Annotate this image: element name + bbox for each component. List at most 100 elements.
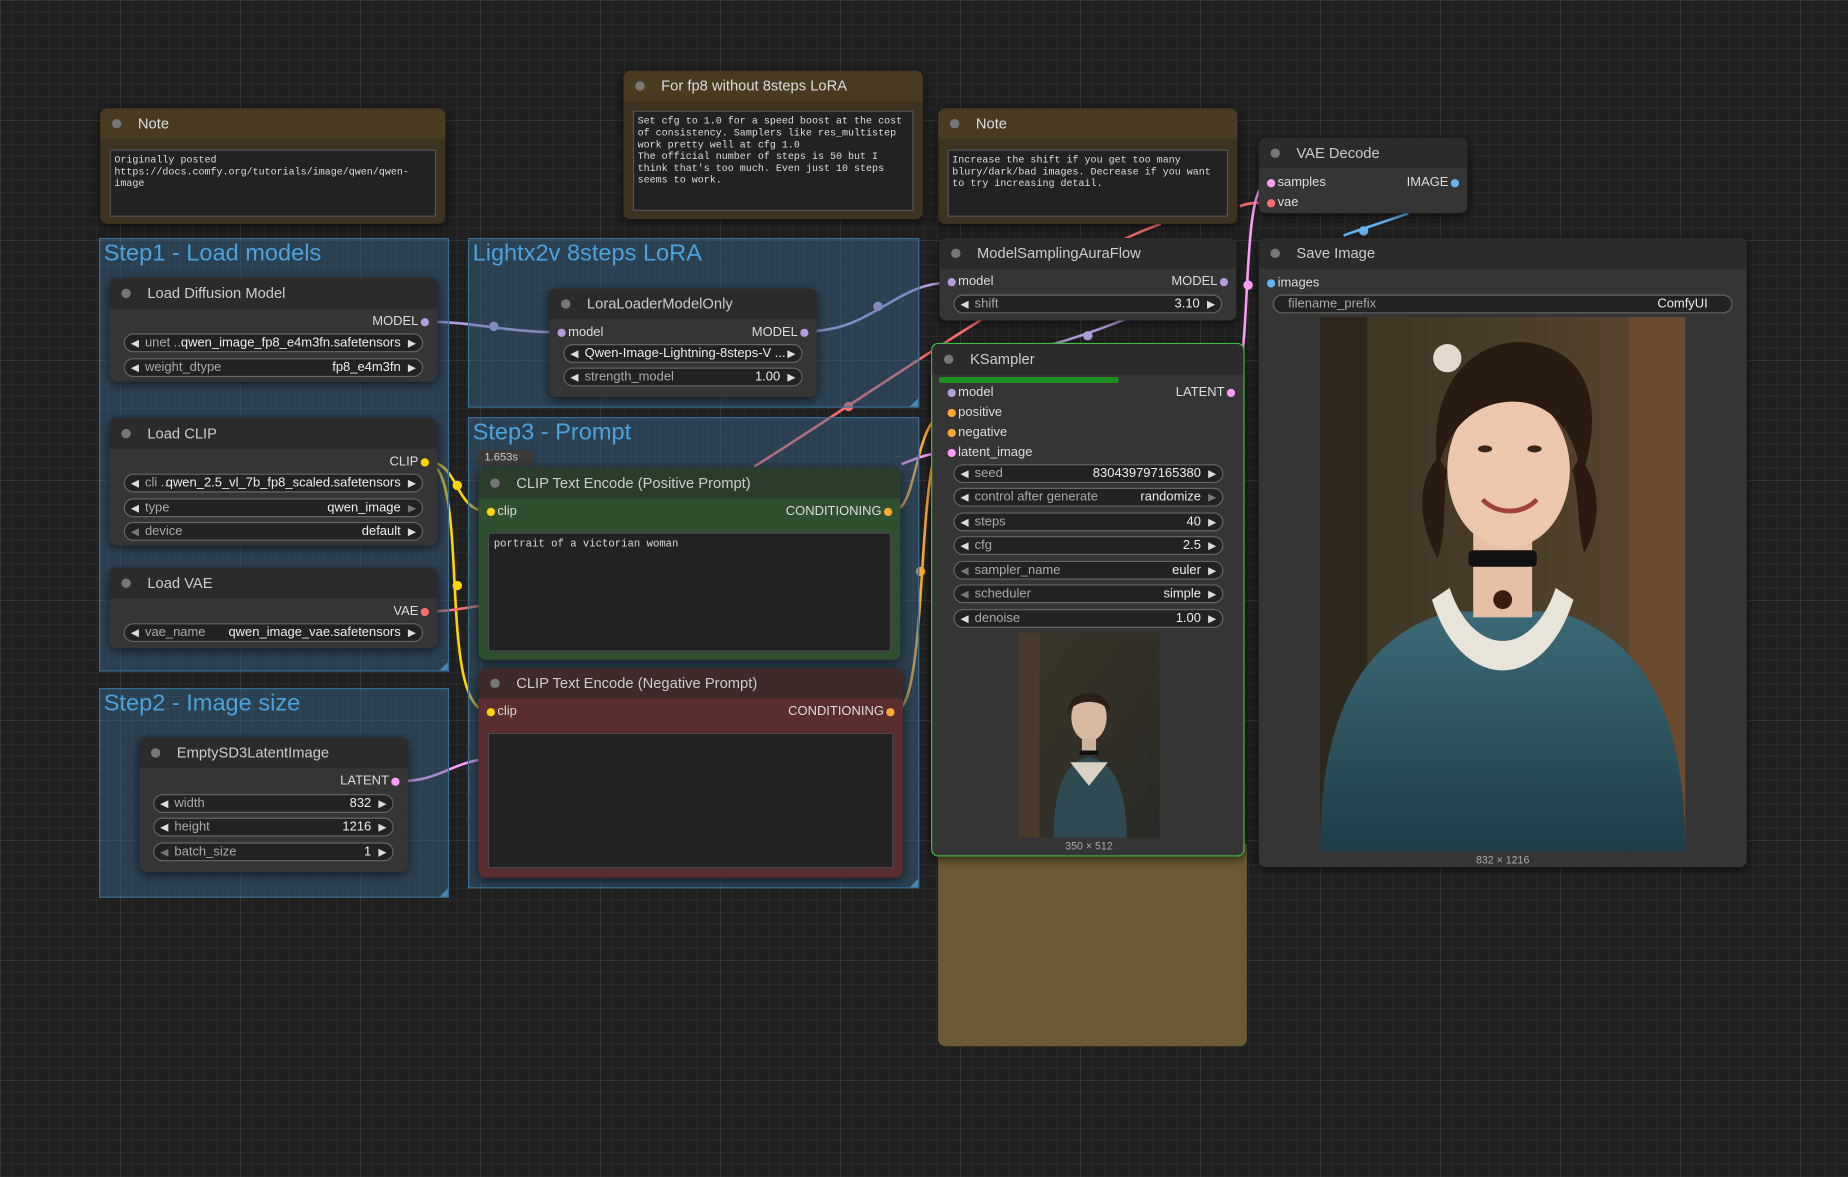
output-latent[interactable]: LATENT [1176,384,1236,400]
output-vae[interactable]: VAE [393,603,429,619]
node-title[interactable]: Save Image [1258,237,1747,269]
right-arrow-icon[interactable]: ▶ [1208,489,1216,505]
note-node-shift[interactable]: Note Increase the shift if you get too m… [938,108,1238,224]
node-title[interactable]: ModelSamplingAuraFlow [939,237,1237,269]
right-arrow-icon[interactable]: ▶ [1208,562,1216,578]
positive-prompt-textarea[interactable]: portrait of a victorian woman [487,532,891,652]
left-arrow-icon[interactable]: ◀ [961,610,969,626]
node-save-image[interactable]: Save Image images filename_prefix ComfyU… [1258,237,1747,868]
output-dot-icon[interactable] [391,777,400,786]
node-title[interactable]: Load CLIP [109,418,438,449]
input-dot-icon[interactable] [947,388,956,398]
output-dot-icon[interactable] [1450,179,1460,188]
output-dot-icon[interactable] [420,607,429,617]
left-arrow-icon[interactable]: ◀ [961,465,969,481]
left-arrow-icon[interactable]: ◀ [961,489,969,505]
width-number[interactable]: ◀ width 832 ▶ [153,794,394,813]
input-dot-icon[interactable] [947,428,956,438]
node-title[interactable]: LoraLoaderModelOnly [549,288,817,320]
right-arrow-icon[interactable]: ▶ [1208,610,1216,626]
note-textarea[interactable]: Set cfg to 1.0 for a speed boost at the … [632,110,914,211]
input-clip[interactable]: clip [486,703,517,719]
output-dot-icon[interactable] [420,318,429,327]
node-lora-loader-model-only[interactable]: LoraLoaderModelOnly model MODEL ◀ Qwen-I… [549,288,817,398]
node-title[interactable]: For fp8 without 8steps LoRA [623,70,923,102]
input-samples[interactable]: samples [1266,174,1326,190]
note-node-fp8[interactable]: For fp8 without 8steps LoRA Set cfg to 1… [623,70,923,220]
input-dot-icon[interactable] [1266,199,1276,208]
right-arrow-icon[interactable]: ▶ [408,624,416,640]
right-arrow-icon[interactable]: ▶ [1207,296,1215,312]
output-dot-icon[interactable] [1219,278,1229,287]
node-title[interactable]: Load Diffusion Model [109,278,438,309]
collapse-dot-icon[interactable] [560,299,571,309]
right-arrow-icon[interactable]: ▶ [378,844,386,860]
collapse-dot-icon[interactable] [1270,248,1280,259]
negative-prompt-textarea[interactable] [487,732,894,869]
node-title[interactable]: CLIP Text Encode (Negative Prompt) [478,668,903,699]
left-arrow-icon[interactable]: ◀ [131,475,139,491]
node-load-diffusion-model[interactable]: Load Diffusion Model MODEL ◀ unet ... qw… [109,278,438,382]
left-arrow-icon[interactable]: ◀ [131,624,139,640]
steps-number[interactable]: ◀ steps 40 ▶ [953,512,1224,532]
right-arrow-icon[interactable]: ▶ [1208,586,1216,602]
input-model[interactable]: model [947,273,993,289]
node-title[interactable]: Load VAE [109,567,438,599]
right-arrow-icon[interactable]: ▶ [1208,537,1216,553]
note-node-source[interactable]: Note Originally posted https://docs.comf… [100,108,446,224]
group-resize-handle[interactable] [439,888,448,897]
node-title[interactable]: KSampler [932,344,1244,375]
collapse-dot-icon[interactable] [1270,148,1280,158]
node-title[interactable]: Note [100,108,446,140]
left-arrow-icon[interactable]: ◀ [160,844,168,860]
left-arrow-icon[interactable]: ◀ [131,359,139,375]
collapse-dot-icon[interactable] [121,288,131,299]
right-arrow-icon[interactable]: ▶ [378,795,386,811]
input-dot-icon[interactable] [947,448,956,458]
strength-model-number[interactable]: ◀ strength_model 1.00 ▶ [563,367,803,387]
left-arrow-icon[interactable]: ◀ [961,586,969,602]
output-dot-icon[interactable] [1226,388,1236,398]
input-clip[interactable]: clip [486,503,517,519]
left-arrow-icon[interactable]: ◀ [131,523,139,539]
left-arrow-icon[interactable]: ◀ [961,562,969,578]
group-resize-handle[interactable] [439,662,448,671]
collapse-dot-icon[interactable] [951,248,961,259]
left-arrow-icon[interactable]: ◀ [961,537,969,553]
group-resize-handle[interactable] [909,398,919,407]
ksampler-preview-image[interactable] [1018,632,1160,838]
node-ksampler[interactable]: KSampler model LATENT positive negative … [931,342,1245,857]
left-arrow-icon[interactable]: ◀ [961,514,969,530]
filename-prefix-input[interactable]: filename_prefix ComfyUI [1272,294,1733,314]
right-arrow-icon[interactable]: ▶ [408,359,416,375]
collapse-dot-icon[interactable] [635,81,645,91]
input-vae[interactable]: vae [1266,194,1298,210]
left-arrow-icon[interactable]: ◀ [131,500,139,516]
right-arrow-icon[interactable]: ▶ [408,523,416,539]
left-arrow-icon[interactable]: ◀ [131,335,139,351]
saved-image-preview[interactable] [1319,316,1686,852]
output-clip[interactable]: CLIP [390,454,429,470]
input-model[interactable]: model [947,384,993,400]
output-dot-icon[interactable] [883,507,893,517]
output-dot-icon[interactable] [420,458,429,467]
right-arrow-icon[interactable]: ▶ [408,500,416,516]
control-after-generate-combo[interactable]: ◀ control after generate randomize ▶ [953,487,1224,507]
input-model[interactable]: model [557,324,603,340]
input-dot-icon[interactable] [947,408,956,418]
weight-dtype-combo[interactable]: ◀ weight_dtype fp8_e4m3fn ▶ [123,358,424,378]
unet-name-combo[interactable]: ◀ unet ... qwen_image_fp8_e4m3fn.safeten… [123,333,424,353]
left-arrow-icon[interactable]: ◀ [961,296,969,312]
left-arrow-icon[interactable]: ◀ [570,345,578,361]
collapse-dot-icon[interactable] [111,118,122,129]
node-title[interactable]: Note [938,108,1238,140]
node-title[interactable]: EmptySD3LatentImage [139,737,408,769]
collapse-dot-icon[interactable] [121,578,131,588]
output-model[interactable]: MODEL [372,313,429,329]
node-title[interactable]: CLIP Text Encode (Positive Prompt) [478,467,901,499]
right-arrow-icon[interactable]: ▶ [787,345,795,361]
output-conditioning[interactable]: CONDITIONING [786,503,893,519]
right-arrow-icon[interactable]: ▶ [1208,465,1216,481]
group-resize-handle[interactable] [909,878,919,888]
output-image[interactable]: IMAGE [1407,174,1460,190]
